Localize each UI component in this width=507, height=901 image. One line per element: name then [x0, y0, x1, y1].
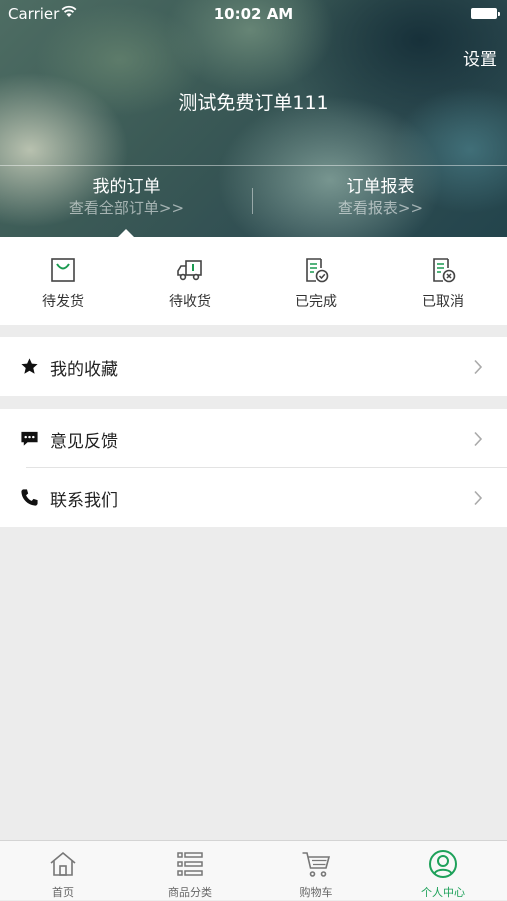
- favorites-group: 我的收藏: [0, 337, 507, 396]
- menu-item-contact-label: 联系我们: [50, 491, 118, 511]
- status-completed-label: 已完成: [295, 294, 337, 310]
- order-complete-icon: [306, 258, 329, 283]
- bottom-tab-bar: 首页 商品分类 购物车 个人中心: [0, 840, 507, 900]
- status-completed[interactable]: 已完成: [253, 237, 379, 325]
- menu-item-favorites[interactable]: 我的收藏: [0, 337, 507, 396]
- user-profile-icon: [429, 850, 457, 878]
- header-divider: [0, 165, 507, 166]
- status-cancelled-label: 已取消: [422, 294, 464, 310]
- menu-item-contact[interactable]: 联系我们: [0, 468, 507, 527]
- battery-icon: [471, 8, 500, 19]
- status-pending-receipt[interactable]: 待收货: [127, 237, 253, 325]
- status-bar: Carrier 10:02 AM: [0, 0, 507, 28]
- chevron-right-icon: [474, 359, 483, 375]
- settings-button[interactable]: 设置: [463, 45, 497, 70]
- view-report-link[interactable]: 查看报表>>: [254, 198, 507, 218]
- shopping-bag-icon: [51, 258, 75, 282]
- home-icon: [50, 851, 76, 876]
- chevron-right-icon: [474, 490, 483, 506]
- chevron-right-icon: [474, 431, 483, 447]
- tab-bar-home-label: 首页: [52, 886, 74, 899]
- profile-header: Carrier 10:02 AM 设置 测试免费订单111 我的订单 查看全部订…: [0, 0, 507, 237]
- tab-bar-categories[interactable]: 商品分类: [127, 841, 253, 901]
- order-status-panel: 待发货 待收货 已完成 已取消: [0, 237, 507, 325]
- tab-separator: [252, 188, 253, 214]
- menu-item-feedback[interactable]: 意见反馈: [0, 409, 507, 468]
- shopping-cart-icon: [302, 852, 331, 877]
- view-all-orders-link[interactable]: 查看全部订单>>: [0, 198, 253, 218]
- order-cancel-icon: [433, 258, 456, 283]
- status-pending-shipment-label: 待发货: [42, 294, 84, 310]
- tab-my-orders[interactable]: 我的订单 查看全部订单>>: [0, 176, 253, 218]
- menu-item-favorites-label: 我的收藏: [50, 360, 118, 380]
- tab-bar-profile[interactable]: 个人中心: [380, 841, 506, 901]
- tab-order-report[interactable]: 订单报表 查看报表>>: [254, 176, 507, 218]
- category-list-icon: [177, 852, 203, 876]
- tab-bar-cart-label: 购物车: [299, 886, 333, 899]
- menu-item-feedback-label: 意见反馈: [50, 432, 118, 452]
- status-cancelled[interactable]: 已取消: [380, 237, 506, 325]
- tab-bar-home[interactable]: 首页: [0, 841, 126, 901]
- tab-bar-categories-label: 商品分类: [168, 886, 212, 899]
- tab-bar-cart[interactable]: 购物车: [253, 841, 379, 901]
- selected-tab-indicator: [118, 229, 134, 237]
- support-group: 意见反馈 联系我们: [0, 409, 507, 527]
- phone-icon: [21, 489, 38, 506]
- tab-order-report-title: 订单报表: [346, 177, 415, 197]
- status-time: 10:02 AM: [213, 5, 294, 23]
- star-icon: [21, 358, 38, 374]
- tab-my-orders-title: 我的订单: [92, 177, 161, 197]
- status-pending-receipt-label: 待收货: [169, 294, 211, 310]
- delivery-truck-icon: [177, 260, 202, 281]
- chat-bubble-icon: [21, 431, 38, 446]
- tab-bar-profile-label: 个人中心: [421, 886, 465, 899]
- status-pending-shipment[interactable]: 待发货: [0, 237, 126, 325]
- page-title: 测试免费订单111: [178, 92, 329, 114]
